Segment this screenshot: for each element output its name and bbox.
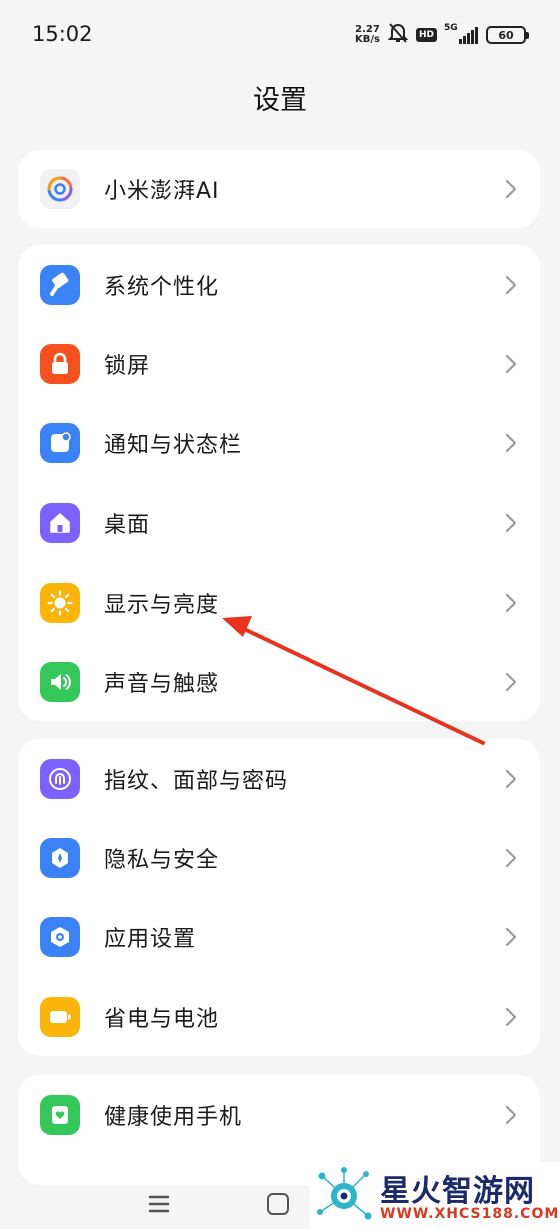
settings-item-label: 指纹、面部与密码 — [104, 769, 289, 794]
chevron-right-icon — [505, 593, 517, 613]
settings-item-label: 桌面 — [104, 513, 151, 538]
settings-item-sound[interactable]: 声音与触感 — [18, 642, 540, 722]
shield-icon — [40, 838, 80, 878]
settings-item-label: 通知与状态栏 — [104, 433, 243, 458]
watermark-logo-icon — [317, 1167, 372, 1220]
signal-icon: 5G — [444, 23, 478, 44]
settings-item-label: 声音与触感 — [104, 672, 220, 697]
settings-item-personalization[interactable]: 系统个性化 — [18, 245, 540, 325]
home-square-icon[interactable] — [267, 1193, 289, 1215]
settings-group-security: 指纹、面部与密码 隐私与安全 应用设置 省电与电池 — [18, 739, 540, 1056]
settings-item-fingerprint[interactable]: 指纹、面部与密码 — [18, 739, 540, 819]
status-time: 15:02 — [32, 22, 93, 46]
chevron-right-icon — [505, 848, 517, 868]
settings-item-label: 显示与亮度 — [104, 593, 220, 618]
settings-item-label: 省电与电池 — [104, 1007, 220, 1032]
settings-item-battery[interactable]: 省电与电池 — [18, 977, 540, 1057]
watermark-title: 星火智游网 — [380, 1174, 535, 1209]
watermark-url: WWW.XHCS188.COM — [380, 1206, 560, 1222]
settings-item-lockscreen[interactable]: 锁屏 — [18, 324, 540, 404]
settings-group-ai: 小米澎湃AI — [18, 150, 540, 228]
status-indicators: 2.27 KB/s HD 5G 60 — [355, 22, 529, 48]
settings-item-label: 锁屏 — [104, 354, 151, 379]
notification-icon — [40, 423, 80, 463]
settings-item-desktop[interactable]: 桌面 — [18, 483, 540, 563]
settings-group-personalization: 系统个性化 锁屏 通知与状态栏 桌面 显示与亮度 声音与触感 — [18, 245, 540, 721]
speaker-icon — [40, 662, 80, 702]
status-bar: 15:02 2.27 KB/s HD 5G 60 — [0, 0, 560, 70]
settings-item-notifications[interactable]: 通知与状态栏 — [18, 403, 540, 483]
mute-bell-icon — [387, 22, 409, 48]
brush-icon — [40, 265, 80, 305]
app-settings-icon — [40, 917, 80, 957]
settings-item-display[interactable]: 显示与亮度 — [18, 563, 540, 643]
chevron-right-icon — [505, 275, 517, 295]
battery-icon: 60 — [486, 26, 529, 44]
menu-icon[interactable] — [148, 1194, 170, 1214]
chevron-right-icon — [505, 433, 517, 453]
chevron-right-icon — [505, 1007, 517, 1027]
watermark: 星火智游网 WWW.XHCS188.COM — [310, 1162, 560, 1229]
chevron-right-icon — [505, 1105, 517, 1125]
chevron-right-icon — [505, 927, 517, 947]
settings-item-label: 健康使用手机 — [104, 1105, 243, 1130]
xiaomi-hyperai-icon — [40, 169, 80, 209]
sun-icon — [40, 583, 80, 623]
chevron-right-icon — [505, 179, 517, 199]
settings-item-label: 小米澎湃AI — [104, 179, 220, 204]
lock-icon — [40, 344, 80, 384]
fingerprint-icon — [40, 759, 80, 799]
chevron-right-icon — [505, 672, 517, 692]
home-icon — [40, 503, 80, 543]
network-speed: 2.27 KB/s — [355, 24, 380, 45]
settings-item-label: 应用设置 — [104, 927, 197, 952]
settings-item-label: 系统个性化 — [104, 275, 220, 300]
battery-saver-icon — [40, 997, 80, 1037]
settings-item-health[interactable]: 健康使用手机 — [18, 1075, 540, 1155]
health-icon — [40, 1095, 80, 1135]
chevron-right-icon — [505, 354, 517, 374]
settings-item-app-settings[interactable]: 应用设置 — [18, 897, 540, 977]
settings-item-hyperai[interactable]: 小米澎湃AI — [18, 150, 540, 228]
chevron-right-icon — [505, 513, 517, 533]
page-title: 设置 — [253, 85, 307, 116]
settings-item-label: 隐私与安全 — [104, 848, 220, 873]
chevron-right-icon — [505, 769, 517, 789]
settings-item-privacy[interactable]: 隐私与安全 — [18, 818, 540, 898]
hd-badge: HD — [415, 28, 437, 42]
